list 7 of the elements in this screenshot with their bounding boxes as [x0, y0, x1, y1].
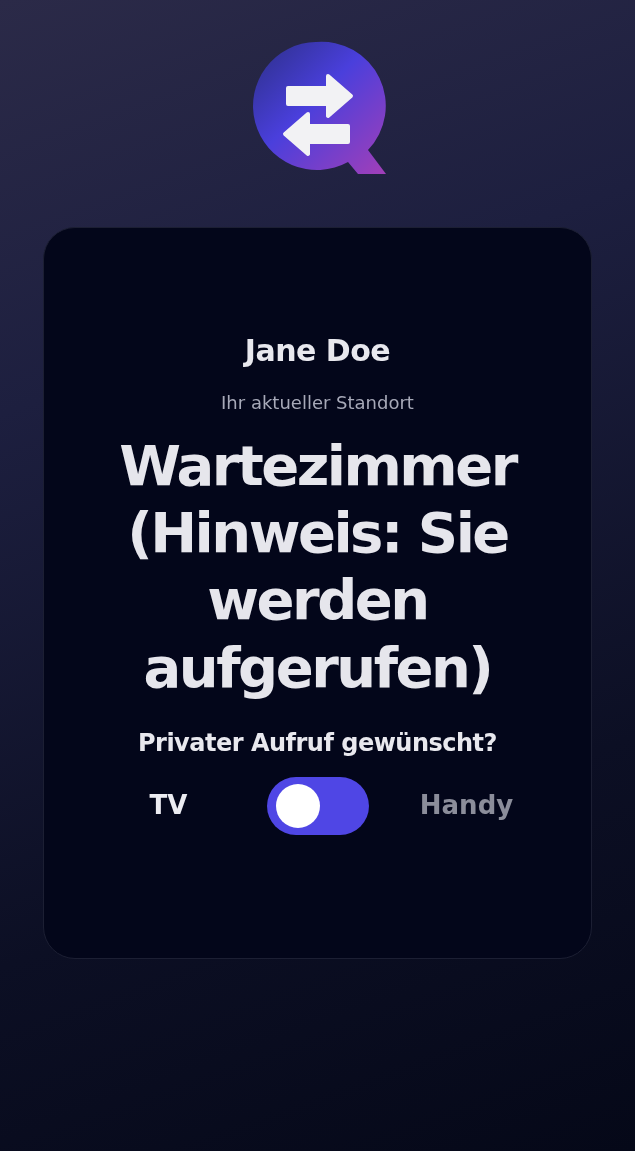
location-label: Ihr aktueller Standort	[221, 391, 414, 415]
private-call-question: Privater Aufruf gewünscht?	[137, 727, 497, 759]
location-value: Wartezimmer (Hinweis: Sie werden aufgerufen)	[118, 432, 518, 701]
toggle-switch[interactable]	[266, 776, 369, 835]
user-name: Jane Doe	[244, 332, 391, 370]
toggle-option-label: TV	[148, 789, 189, 823]
toggle-option-label: Handy	[418, 789, 515, 823]
